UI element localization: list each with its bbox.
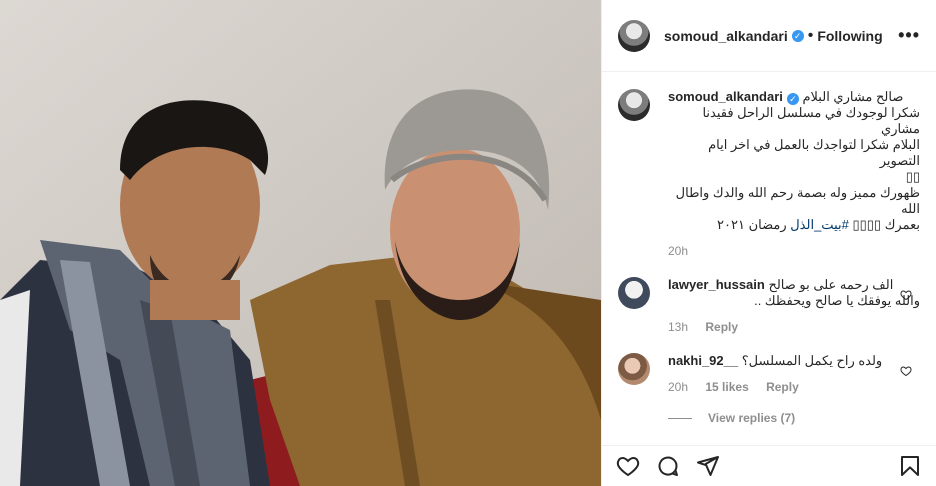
post-header: somoud_alkandari ✓ • Following ••• (602, 0, 936, 72)
caption-line-6: بعمرك ▯▯▯▯ #بيت_الذل رمضان ٢٠٢١ (668, 217, 920, 233)
post-sidebar: somoud_alkandari ✓ • Following ••• somou… (601, 0, 936, 486)
comment-avatar[interactable] (618, 353, 650, 385)
comment-avatar[interactable] (618, 277, 650, 309)
reply-button[interactable]: Reply (766, 380, 799, 394)
caption-line-1: صالح مشاري البلام (802, 89, 904, 104)
post-photo[interactable] (0, 0, 601, 486)
share-paper-plane-icon[interactable] (694, 452, 722, 480)
comment-text: nakhi_92__ ولده راح يكمل المسلسل؟ 20h 15… (668, 353, 920, 395)
verified-badge-icon: ✓ (791, 29, 804, 42)
caption-line-6-prefix: بعمرك ▯▯▯▯ (852, 217, 920, 232)
comment-meta: 20h 15 likes Reply (668, 379, 920, 395)
comment-likes[interactable]: 15 likes (705, 380, 748, 394)
hashtag-link[interactable]: #بيت_الذل (790, 217, 849, 232)
view-replies-label[interactable]: View replies (7) (708, 411, 795, 425)
caption-avatar[interactable] (618, 89, 650, 121)
comment-text: lawyer_hussain الف رحمه على بو صالح والل… (668, 277, 920, 335)
separator-dot: • (807, 26, 814, 44)
comment-bubble-icon[interactable] (654, 452, 682, 480)
comment-time: 20h (668, 380, 689, 394)
like-comment-heart-icon[interactable] (900, 365, 912, 377)
caption-row: somoud_alkandari ✓ صالح مشاري البلام شكرا… (618, 89, 920, 259)
instagram-post-modal: somoud_alkandari ✓ • Following ••• somou… (0, 0, 936, 486)
reply-button[interactable]: Reply (705, 320, 738, 334)
comment-time: 13h (668, 320, 689, 334)
comment-username[interactable]: lawyer_hussain (668, 277, 765, 292)
photo-illustration (0, 0, 601, 486)
comment-row: lawyer_hussain الف رحمه على بو صالح والل… (618, 277, 920, 335)
caption-line-2: شكرا لوجودك في مسلسل الراحل فقيدنا مشاري (702, 105, 920, 136)
caption-line-4: ▯▯ (905, 169, 920, 184)
bookmark-icon[interactable] (896, 452, 924, 480)
comment-row: nakhi_92__ ولده راح يكمل المسلسل؟ 20h 15… (618, 353, 920, 395)
following-button[interactable]: Following (817, 28, 882, 44)
more-horizontal-icon[interactable]: ••• (898, 25, 920, 46)
comment-username[interactable]: nakhi_92__ (668, 353, 738, 368)
comment-line-2: والله يوفقك يا صالح ويحفظك .. (754, 293, 920, 308)
like-comment-heart-icon[interactable] (900, 289, 912, 301)
comment-line-1: الف رحمه على بو صالح (768, 277, 894, 292)
caption-text: somoud_alkandari ✓ صالح مشاري البلام شكرا… (668, 89, 920, 259)
caption-line-5: ظهورك مميز وله بصمة رحم الله والدك واطال… (675, 185, 920, 216)
caption-line-6-suffix: رمضان ٢٠٢١ (717, 217, 787, 232)
caption-line-3: البلام شكرا لتواجدك بالعمل في اخر ايام ا… (708, 137, 920, 168)
action-bar (602, 445, 936, 486)
comments-section[interactable]: somoud_alkandari ✓ صالح مشاري البلام شكرا… (602, 73, 936, 445)
view-replies-button[interactable]: View replies (7) (668, 411, 920, 425)
verified-badge-icon: ✓ (786, 93, 799, 105)
comment-meta: 13h Reply (668, 319, 920, 335)
view-replies-line (668, 417, 692, 419)
post-username[interactable]: somoud_alkandari (664, 28, 788, 44)
caption-time: 20h (668, 244, 689, 258)
comment-line-1: ولده راح يكمل المسلسل؟ (741, 353, 883, 368)
caption-username[interactable]: somoud_alkandari (668, 89, 783, 104)
caption-meta: 20h (668, 243, 920, 259)
avatar[interactable] (618, 19, 650, 52)
like-heart-icon[interactable] (614, 452, 642, 480)
